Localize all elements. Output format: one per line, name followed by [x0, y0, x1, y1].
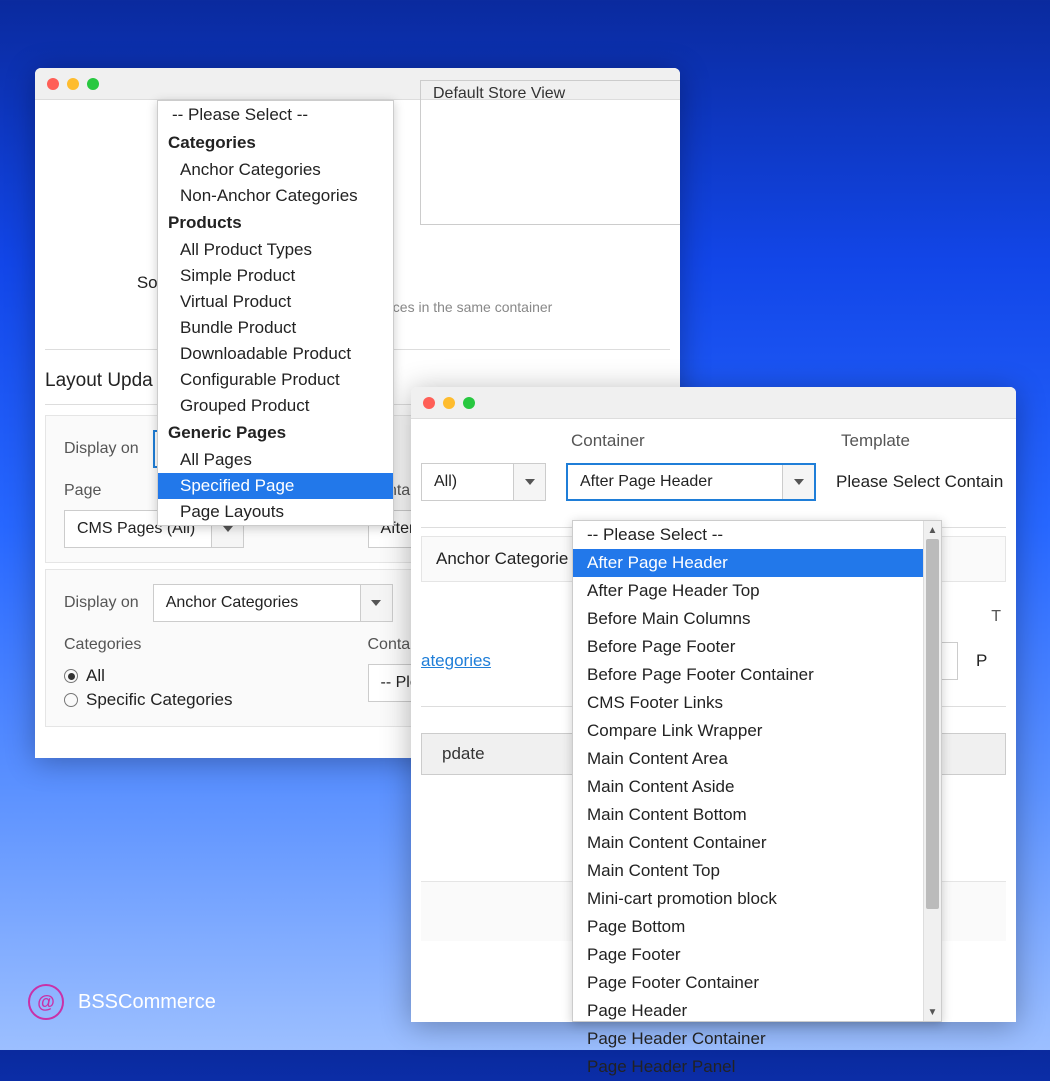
dd-item[interactable]: Simple Product [158, 263, 393, 289]
dd-item[interactable]: Main Content Bottom [573, 801, 941, 829]
dd-item-selected[interactable]: After Page Header [573, 549, 941, 577]
dd-item[interactable]: Main Content Container [573, 829, 941, 857]
dd-item[interactable]: Main Content Area [573, 745, 941, 773]
dd-item[interactable]: Page Layouts [158, 499, 393, 525]
minimize-icon[interactable] [443, 397, 455, 409]
dd-item[interactable]: CMS Footer Links [573, 689, 941, 717]
dd-item[interactable]: Before Page Footer [573, 633, 941, 661]
dd-group-products: Products [158, 209, 393, 237]
dd-item[interactable]: Page Footer Container [573, 969, 941, 997]
all-select[interactable]: All) [421, 463, 546, 501]
template-value: Please Select Contain [836, 472, 1003, 492]
display-on-select-2[interactable]: Anchor Categories [153, 584, 393, 622]
dd-please-select[interactable]: -- Please Select -- [158, 101, 393, 129]
dd-item-selected[interactable]: Specified Page [158, 473, 393, 499]
minimize-icon[interactable] [67, 78, 79, 90]
dd-item[interactable]: Main Content Top [573, 857, 941, 885]
close-icon[interactable] [47, 78, 59, 90]
radio-specific[interactable]: Specific Categories [64, 688, 348, 712]
dd-item[interactable]: All Product Types [158, 237, 393, 263]
display-on-dropdown[interactable]: -- Please Select -- Categories Anchor Ca… [157, 100, 394, 526]
dd-item[interactable]: Compare Link Wrapper [573, 717, 941, 745]
chevron-down-icon[interactable] [513, 464, 545, 500]
dd-item[interactable]: Non-Anchor Categories [158, 183, 393, 209]
dd-item[interactable]: Page Header Panel [573, 1053, 941, 1081]
scroll-up-icon[interactable]: ▲ [924, 521, 941, 539]
dd-item[interactable]: Downloadable Product [158, 341, 393, 367]
store-view-value: Default Store View [421, 81, 680, 107]
dd-item[interactable]: Page Footer [573, 941, 941, 969]
container-select-main[interactable]: After Page Header [566, 463, 816, 501]
dd-item[interactable]: Main Content Aside [573, 773, 941, 801]
dd-item[interactable]: Bundle Product [158, 315, 393, 341]
dd-item[interactable]: -- Please Select -- [573, 521, 941, 549]
maximize-icon[interactable] [463, 397, 475, 409]
container-dropdown[interactable]: -- Please Select -- After Page Header Af… [572, 520, 942, 1022]
chevron-down-icon[interactable] [782, 465, 814, 499]
radio-all[interactable]: All [64, 664, 348, 688]
dd-item[interactable]: Before Main Columns [573, 605, 941, 633]
titlebar [411, 387, 1016, 419]
scroll-down-icon[interactable]: ▼ [924, 1003, 941, 1021]
dd-item[interactable]: Virtual Product [158, 289, 393, 315]
at-icon: @ [28, 984, 64, 1020]
categories-link[interactable]: ategories [421, 651, 491, 671]
brand-logo: @ BSSCommerce [28, 984, 216, 1020]
dd-item[interactable]: Page Header Container [573, 1025, 941, 1053]
close-icon[interactable] [423, 397, 435, 409]
dd-item[interactable]: Page Bottom [573, 913, 941, 941]
scrollbar[interactable]: ▲ ▼ [923, 521, 941, 1021]
chevron-down-icon[interactable] [360, 585, 392, 621]
anchor-categories: Anchor Categorie [436, 549, 568, 568]
dd-item[interactable]: Grouped Product [158, 393, 393, 419]
dd-item[interactable]: After Page Header Top [573, 577, 941, 605]
template-header: Template [841, 431, 910, 451]
container-header: Container [571, 431, 841, 451]
dd-item[interactable]: Before Page Footer Container [573, 661, 941, 689]
brand-name: BSSCommerce [78, 991, 216, 1014]
p-value: P [976, 651, 1006, 671]
store-view-textarea[interactable]: Default Store View [420, 80, 680, 225]
display-on-label: Display on [64, 594, 139, 612]
dd-item[interactable]: Configurable Product [158, 367, 393, 393]
display-on-label: Display on [64, 440, 139, 458]
dd-item[interactable]: Page Header [573, 997, 941, 1025]
dd-group-generic: Generic Pages [158, 419, 393, 447]
dd-item[interactable]: All Pages [158, 447, 393, 473]
categories-label: Categories [64, 636, 348, 654]
dd-item[interactable]: Anchor Categories [158, 157, 393, 183]
dd-item[interactable]: Mini-cart promotion block [573, 885, 941, 913]
maximize-icon[interactable] [87, 78, 99, 90]
dd-group-categories: Categories [158, 129, 393, 157]
scroll-thumb[interactable] [926, 539, 939, 909]
